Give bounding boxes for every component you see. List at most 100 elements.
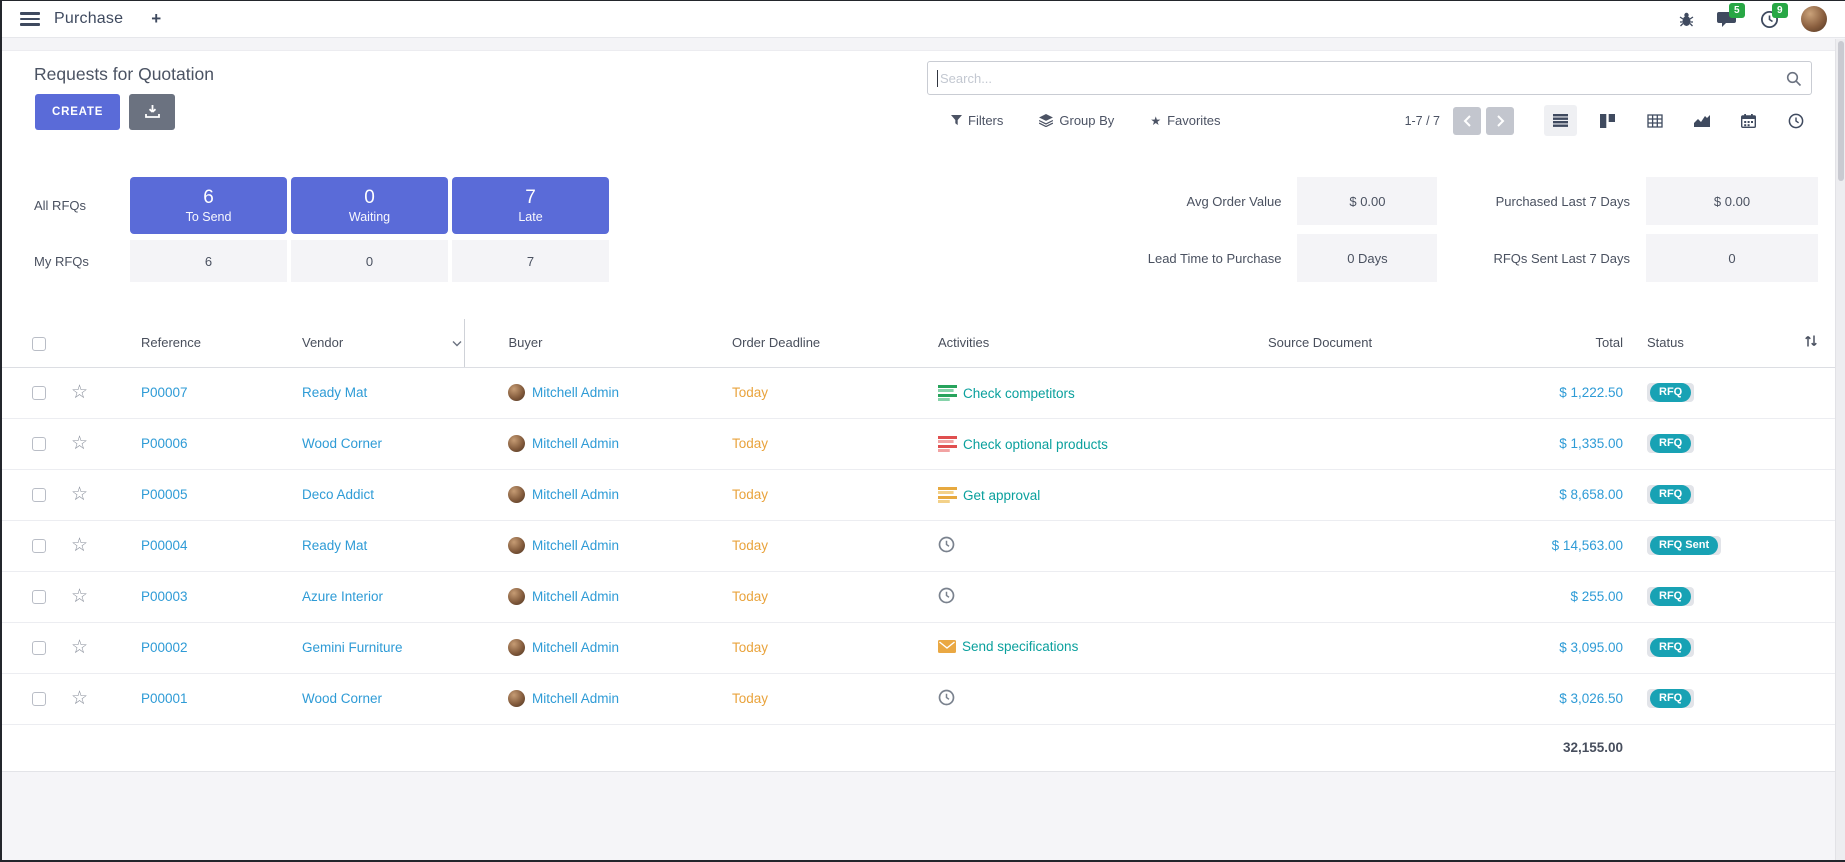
my-waiting-cell[interactable]: 0 — [291, 240, 448, 282]
table-row[interactable]: ☆ P00004 Ready Mat Mitchell Admin Today … — [2, 520, 1845, 571]
buyer-link[interactable]: Mitchell Admin — [532, 487, 619, 502]
apps-menu-icon[interactable] — [20, 12, 40, 26]
activity-view-button[interactable] — [1779, 105, 1812, 136]
select-all-checkbox[interactable] — [32, 337, 46, 351]
late-button[interactable]: 7 Late — [452, 177, 609, 234]
row-checkbox[interactable] — [32, 488, 46, 502]
header-order-deadline[interactable]: Order Deadline — [732, 335, 820, 350]
avg-order-value-label: Avg Order Value — [1108, 177, 1282, 225]
header-vendor[interactable]: Vendor — [302, 335, 343, 350]
header-buyer[interactable]: Buyer — [509, 335, 543, 350]
activities-clock-icon[interactable]: 9 — [1760, 10, 1779, 29]
vendor-link[interactable]: Wood Corner — [302, 691, 382, 706]
favorite-star-icon[interactable]: ☆ — [71, 433, 88, 454]
favorite-star-icon[interactable]: ☆ — [71, 586, 88, 607]
favorite-star-icon[interactable]: ☆ — [71, 637, 88, 658]
messages-icon[interactable]: 5 — [1717, 10, 1738, 28]
buyer-link[interactable]: Mitchell Admin — [532, 436, 619, 451]
status-badge: RFQ — [1650, 638, 1691, 657]
vendor-link[interactable]: Deco Addict — [302, 487, 374, 502]
table-row[interactable]: ☆ P00005 Deco Addict Mitchell Admin Toda… — [2, 469, 1845, 520]
kanban-view-button[interactable] — [1591, 105, 1624, 136]
row-checkbox[interactable] — [32, 539, 46, 553]
reference-link[interactable]: P00005 — [141, 487, 188, 502]
sort-chevron-down-icon[interactable] — [452, 335, 462, 350]
vendor-link[interactable]: Gemini Furniture — [302, 640, 403, 655]
buyer-link[interactable]: Mitchell Admin — [532, 538, 619, 553]
reference-link[interactable]: P00002 — [141, 640, 188, 655]
table-row[interactable]: ☆ P00002 Gemini Furniture Mitchell Admin… — [2, 622, 1845, 673]
my-late-cell[interactable]: 7 — [452, 240, 609, 282]
user-avatar[interactable] — [1801, 6, 1827, 32]
my-to-send-cell[interactable]: 6 — [130, 240, 287, 282]
table-row[interactable]: ☆ P00001 Wood Corner Mitchell Admin Toda… — [2, 673, 1845, 724]
group-by-button[interactable]: Group By — [1039, 113, 1114, 128]
search-icon[interactable] — [1786, 71, 1802, 87]
header-reference[interactable]: Reference — [141, 335, 201, 350]
activity-link[interactable]: Send specifications — [962, 639, 1078, 654]
graph-view-button[interactable] — [1685, 105, 1718, 136]
vendor-link[interactable]: Azure Interior — [302, 589, 383, 604]
vendor-link[interactable]: Ready Mat — [302, 385, 367, 400]
activity-list-green-icon[interactable] — [938, 385, 957, 401]
buyer-avatar — [508, 588, 525, 605]
pager-previous-button[interactable] — [1453, 107, 1481, 135]
pager-next-button[interactable] — [1486, 107, 1514, 135]
download-icon — [145, 105, 160, 119]
table-row[interactable]: ☆ P00006 Wood Corner Mitchell Admin Toda… — [2, 418, 1845, 469]
favorite-star-icon[interactable]: ☆ — [71, 535, 88, 556]
scrollbar-thumb[interactable] — [1838, 41, 1844, 181]
row-checkbox[interactable] — [32, 692, 46, 706]
buyer-link[interactable]: Mitchell Admin — [532, 640, 619, 655]
vertical-scrollbar[interactable] — [1835, 39, 1845, 862]
row-checkbox[interactable] — [32, 437, 46, 451]
debug-bug-icon[interactable] — [1678, 11, 1695, 28]
header-source-document[interactable]: Source Document — [1268, 335, 1372, 350]
activity-link[interactable]: Check competitors — [963, 386, 1075, 401]
favorites-button[interactable]: ★ Favorites — [1150, 113, 1220, 128]
optional-columns-icon[interactable] — [1804, 336, 1818, 351]
list-view-button[interactable] — [1544, 105, 1577, 136]
favorite-star-icon[interactable]: ☆ — [71, 688, 88, 709]
table-row[interactable]: ☆ P00007 Ready Mat Mitchell Admin Today … — [2, 367, 1845, 418]
reference-link[interactable]: P00004 — [141, 538, 188, 553]
reference-link[interactable]: P00006 — [141, 436, 188, 451]
waiting-button[interactable]: 0 Waiting — [291, 177, 448, 234]
activity-list-red-icon[interactable] — [938, 436, 957, 452]
buyer-link[interactable]: Mitchell Admin — [532, 691, 619, 706]
reference-link[interactable]: P00001 — [141, 691, 188, 706]
row-checkbox[interactable] — [32, 590, 46, 604]
row-checkbox[interactable] — [32, 386, 46, 400]
envelope-icon[interactable] — [938, 641, 956, 656]
header-total[interactable]: Total — [1596, 335, 1623, 350]
favorite-star-icon[interactable]: ☆ — [71, 382, 88, 403]
app-name[interactable]: Purchase — [54, 10, 123, 28]
filters-button[interactable]: Filters — [951, 113, 1003, 128]
export-download-button[interactable] — [129, 94, 175, 130]
clock-icon[interactable] — [938, 592, 955, 607]
vendor-link[interactable]: Wood Corner — [302, 436, 382, 451]
reference-link[interactable]: P00007 — [141, 385, 188, 400]
activity-list-yellow-icon[interactable] — [938, 487, 957, 503]
pivot-view-button[interactable] — [1638, 105, 1671, 136]
table-row[interactable]: ☆ P00003 Azure Interior Mitchell Admin T… — [2, 571, 1845, 622]
activity-link[interactable]: Check optional products — [963, 437, 1108, 452]
buyer-avatar — [508, 537, 525, 554]
favorite-star-icon[interactable]: ☆ — [71, 484, 88, 505]
header-activities[interactable]: Activities — [938, 335, 989, 350]
create-button[interactable]: CREATE — [35, 94, 120, 130]
buyer-link[interactable]: Mitchell Admin — [532, 589, 619, 604]
header-status[interactable]: Status — [1647, 335, 1684, 350]
new-tab-icon[interactable]: + — [151, 9, 161, 29]
vendor-link[interactable]: Ready Mat — [302, 538, 367, 553]
lead-time-label: Lead Time to Purchase — [1108, 234, 1282, 282]
row-checkbox[interactable] — [32, 641, 46, 655]
clock-icon[interactable] — [938, 694, 955, 709]
reference-link[interactable]: P00003 — [141, 589, 188, 604]
clock-icon[interactable] — [938, 541, 955, 556]
activity-link[interactable]: Get approval — [963, 488, 1040, 503]
calendar-view-button[interactable] — [1732, 105, 1765, 136]
search-input[interactable] — [928, 62, 1811, 94]
to-send-button[interactable]: 6 To Send — [130, 177, 287, 234]
buyer-link[interactable]: Mitchell Admin — [532, 385, 619, 400]
